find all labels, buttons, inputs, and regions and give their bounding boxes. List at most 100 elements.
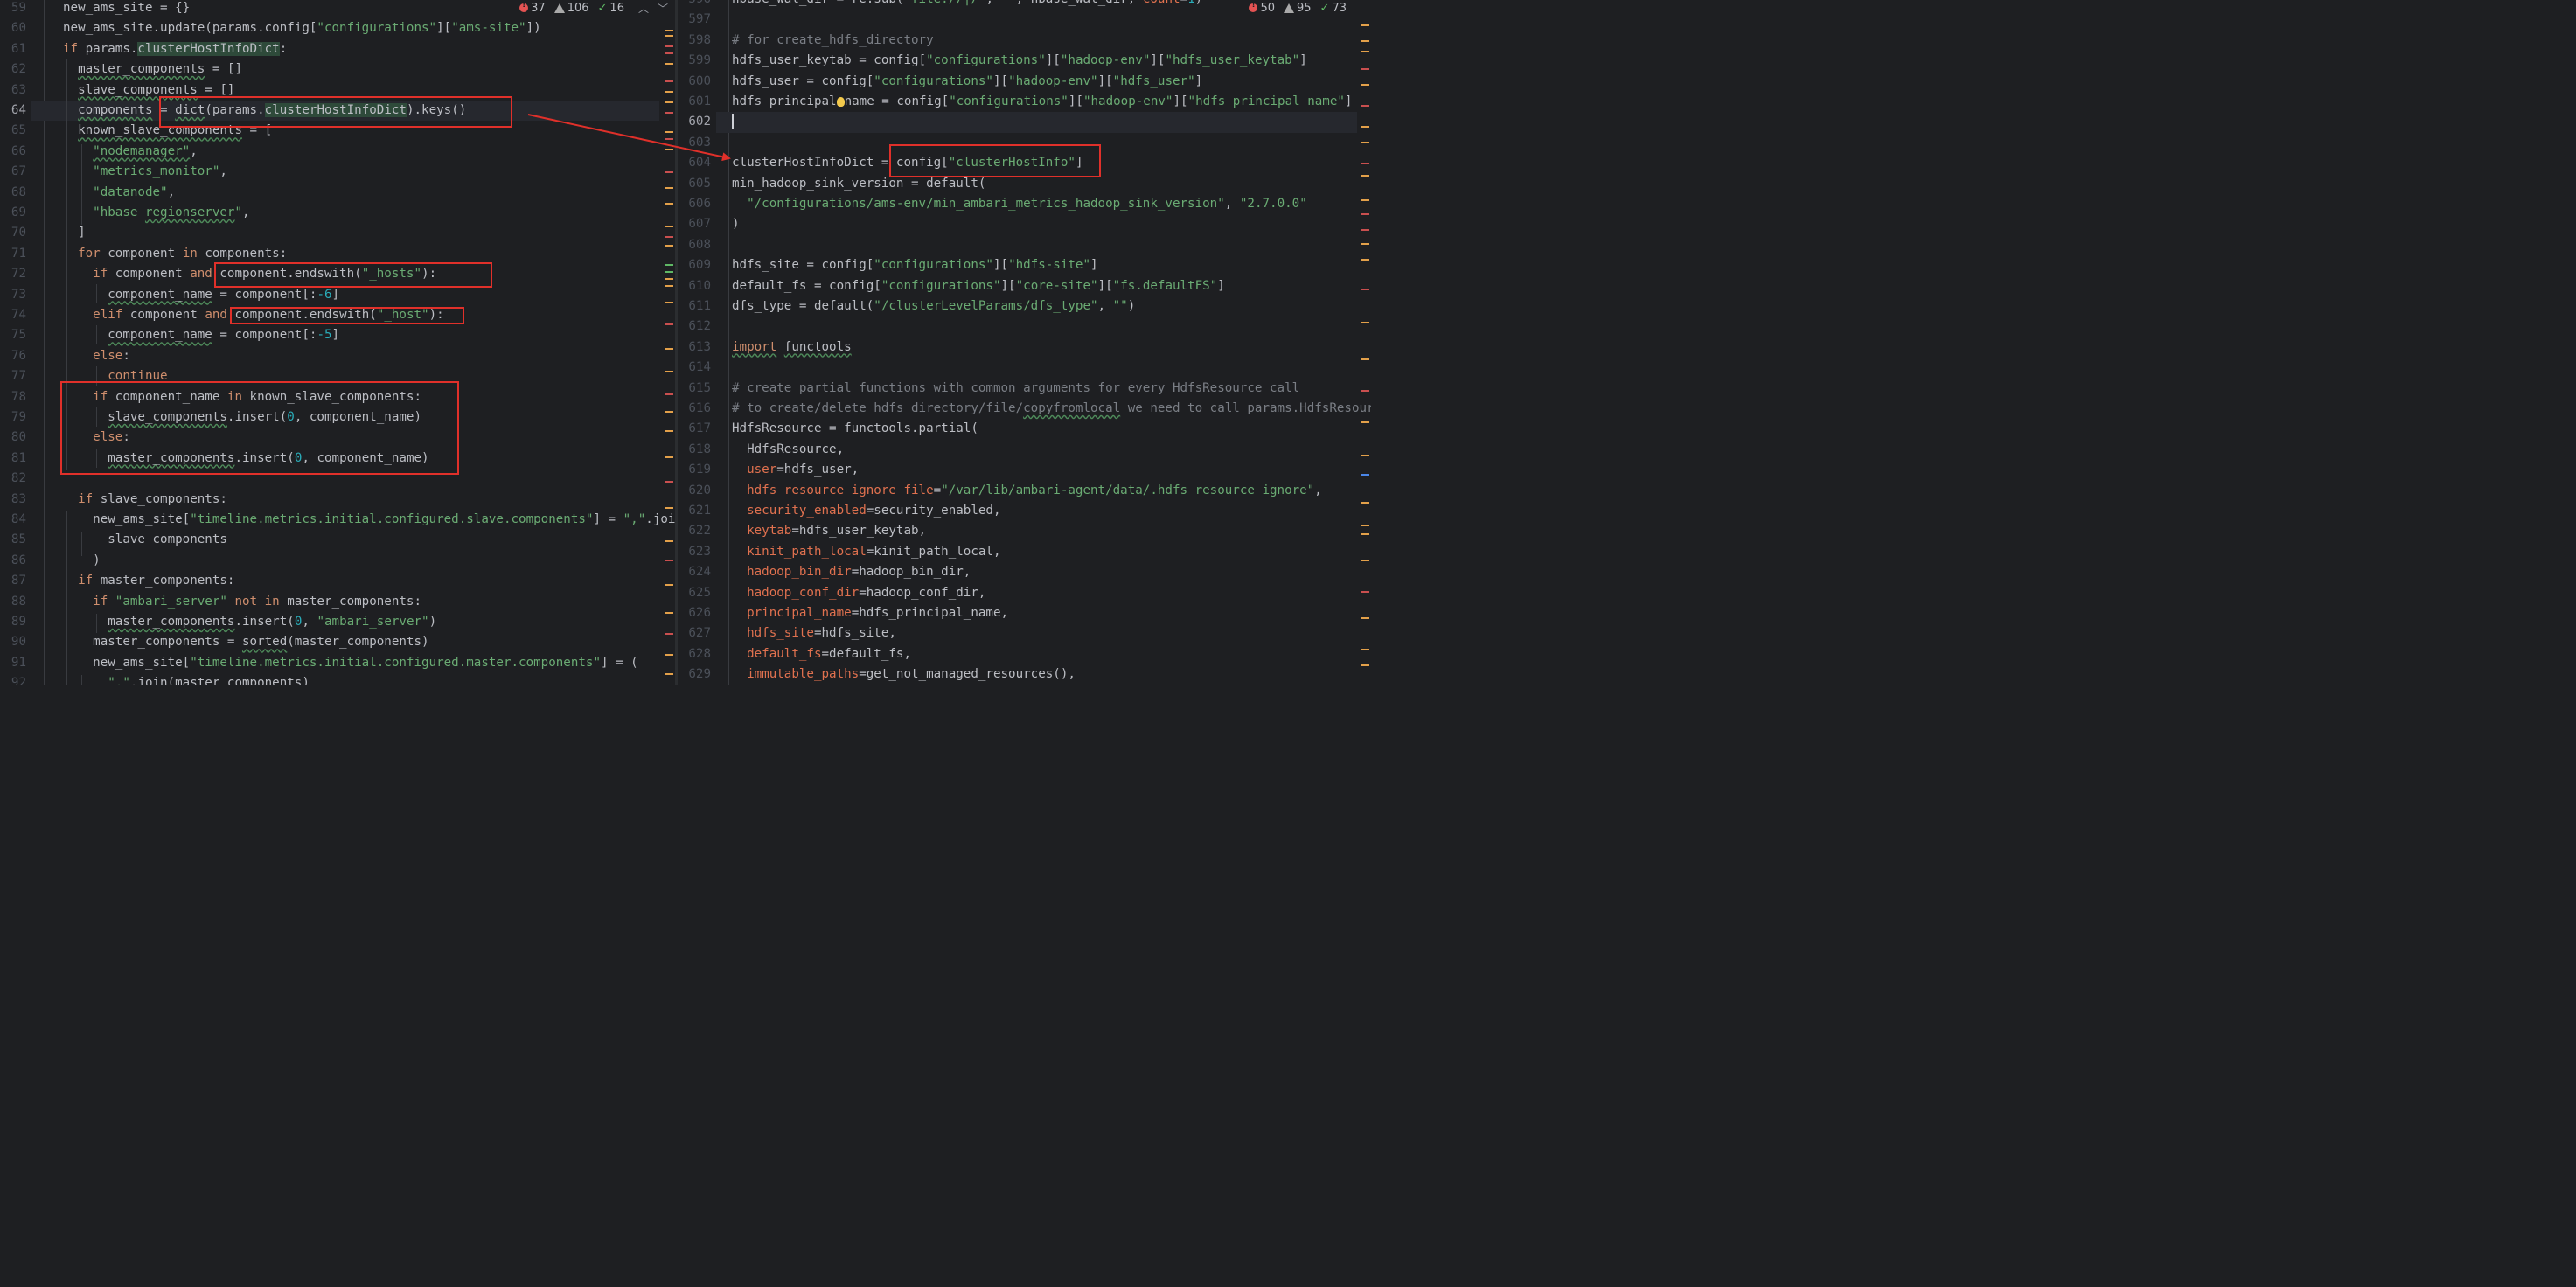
- code-line[interactable]: default_fs=default_fs,: [732, 644, 911, 664]
- code-line[interactable]: master_components = []: [63, 59, 242, 80]
- scrollbar-marker[interactable]: [665, 507, 673, 509]
- editor-pane-right[interactable]: 5965975985996006016026036046056066076086…: [678, 0, 1371, 685]
- scrollbar-marker[interactable]: [665, 302, 673, 303]
- scrollbar[interactable]: [663, 0, 675, 685]
- line-number[interactable]: 611: [688, 296, 711, 317]
- line-number[interactable]: 77: [11, 366, 26, 386]
- scrollbar-marker[interactable]: [665, 112, 673, 114]
- code-line[interactable]: [732, 112, 734, 132]
- code-line[interactable]: user=hdfs_user,: [732, 460, 859, 480]
- line-number[interactable]: 617: [688, 419, 711, 439]
- scrollbar-marker[interactable]: [665, 540, 673, 542]
- code-line[interactable]: immutable_paths=get_not_managed_resource…: [732, 664, 1076, 685]
- line-number[interactable]: 74: [11, 305, 26, 325]
- line-number[interactable]: 610: [688, 276, 711, 296]
- line-number[interactable]: 599: [688, 51, 711, 71]
- weak-warning-count[interactable]: ✓ 73: [1320, 2, 1347, 15]
- line-number[interactable]: 65: [11, 121, 26, 141]
- scrollbar-marker[interactable]: [665, 673, 673, 675]
- error-count[interactable]: 50: [1249, 1, 1275, 15]
- scrollbar-marker[interactable]: [1361, 664, 1369, 666]
- scrollbar-marker[interactable]: [1361, 51, 1369, 52]
- line-number[interactable]: 621: [688, 501, 711, 521]
- line-number[interactable]: 606: [688, 194, 711, 214]
- previous-problem-icon[interactable]: ︿: [638, 1, 649, 16]
- line-number[interactable]: 612: [688, 317, 711, 337]
- code-line[interactable]: ",".join(master_components): [63, 673, 310, 685]
- inspection-widget[interactable]: 37 106 ✓16 ︿ ﹀: [516, 0, 672, 16]
- code-line[interactable]: hdfs_site=hdfs_site,: [732, 623, 896, 644]
- scrollbar-marker[interactable]: [1361, 163, 1369, 164]
- line-number[interactable]: 81: [11, 449, 26, 469]
- scrollbar-marker[interactable]: [665, 371, 673, 372]
- scrollbar-marker[interactable]: [665, 35, 673, 37]
- scrollbar-marker[interactable]: [1361, 142, 1369, 143]
- code-line[interactable]: min_hadoop_sink_version = default(: [732, 174, 985, 194]
- code-line[interactable]: default_fs = config["configurations"]["c…: [732, 276, 1225, 296]
- line-number[interactable]: 59: [11, 0, 26, 18]
- scrollbar-marker[interactable]: [665, 91, 673, 93]
- code-line[interactable]: component_name = component[:-6]: [63, 285, 339, 305]
- scrollbar-marker[interactable]: [665, 264, 673, 266]
- scrollbar-marker[interactable]: [665, 149, 673, 150]
- code-line[interactable]: new_ams_site["timeline.metrics.initial.c…: [63, 653, 638, 673]
- warning-count[interactable]: 106: [553, 2, 589, 15]
- line-number[interactable]: 79: [11, 407, 26, 428]
- code-line[interactable]: if slave_components:: [63, 490, 227, 510]
- line-number[interactable]: 616: [688, 399, 711, 419]
- scrollbar-marker[interactable]: [665, 654, 673, 656]
- scrollbar-marker[interactable]: [665, 131, 673, 133]
- line-number[interactable]: 609: [688, 255, 711, 275]
- code-line[interactable]: keytab=hdfs_user_keytab,: [732, 521, 926, 541]
- scrollbar-marker[interactable]: [1361, 560, 1369, 561]
- scrollbar-marker[interactable]: [665, 584, 673, 586]
- line-number[interactable]: 627: [688, 623, 711, 644]
- inspection-widget[interactable]: 50 95 ✓73: [1245, 0, 1355, 16]
- scrollbar-marker[interactable]: [665, 203, 673, 205]
- line-number[interactable]: 618: [688, 440, 711, 460]
- code-line[interactable]: "/configurations/ams-env/min_ambari_metr…: [732, 194, 1307, 214]
- line-number[interactable]: 67: [11, 162, 26, 182]
- line-number[interactable]: 620: [688, 481, 711, 501]
- line-number[interactable]: 60: [11, 18, 26, 38]
- scrollbar-marker[interactable]: [1361, 84, 1369, 86]
- code-line[interactable]: principal_name=hdfs_principal_name,: [732, 603, 1008, 623]
- scrollbar-marker[interactable]: [1361, 525, 1369, 526]
- line-number[interactable]: 85: [11, 530, 26, 550]
- editor-pane-left[interactable]: 59 60 61 62 63 64 65 66 67 68 69 70 71 72 73 74 75 76 77 78…: [0, 0, 675, 685]
- code-line[interactable]: hdfs_site = config["configurations"]["hd…: [732, 255, 1098, 275]
- line-number[interactable]: 623: [688, 542, 711, 562]
- warning-count[interactable]: 95: [1284, 2, 1312, 15]
- line-number[interactable]: 88: [11, 592, 26, 612]
- scrollbar-marker[interactable]: [1361, 175, 1369, 177]
- line-number[interactable]: 63: [11, 80, 26, 101]
- code-line[interactable]: known_slave_components = [: [63, 121, 272, 141]
- code-line[interactable]: kinit_path_local=kinit_path_local,: [732, 542, 1000, 562]
- scrollbar-marker[interactable]: [665, 323, 673, 325]
- scrollbar-marker[interactable]: [665, 560, 673, 561]
- line-number[interactable]: 69: [11, 203, 26, 223]
- scrollbar-marker[interactable]: [665, 481, 673, 483]
- scrollbar-marker[interactable]: [1361, 322, 1369, 323]
- scrollbar-marker[interactable]: [665, 236, 673, 238]
- scrollbar-marker[interactable]: [1361, 40, 1369, 42]
- code-line[interactable]: security_enabled=security_enabled,: [732, 501, 1000, 521]
- line-number[interactable]: 76: [11, 346, 26, 366]
- code-line[interactable]: hdfs_user = config["configurations"]["ha…: [732, 72, 1202, 92]
- line-number[interactable]: 92: [11, 673, 26, 685]
- lightbulb-icon[interactable]: [836, 96, 845, 107]
- line-number[interactable]: 600: [688, 72, 711, 92]
- code-line[interactable]: # create partial functions with common a…: [732, 379, 1299, 399]
- code-line[interactable]: HdfsResource,: [732, 440, 844, 460]
- code-line[interactable]: new_ams_site = {}: [63, 0, 190, 18]
- scrollbar-marker[interactable]: [1361, 243, 1369, 245]
- scrollbar-marker[interactable]: [1361, 68, 1369, 70]
- scrollbar-marker[interactable]: [665, 278, 673, 280]
- scrollbar-marker[interactable]: [665, 456, 673, 458]
- error-count[interactable]: 37: [519, 1, 546, 15]
- code-line[interactable]: HdfsResource = functools.partial(: [732, 419, 978, 439]
- scrollbar-marker[interactable]: [1361, 649, 1369, 650]
- line-number[interactable]: 625: [688, 583, 711, 603]
- line-number[interactable]: 62: [11, 59, 26, 80]
- line-number[interactable]: 64: [11, 101, 26, 121]
